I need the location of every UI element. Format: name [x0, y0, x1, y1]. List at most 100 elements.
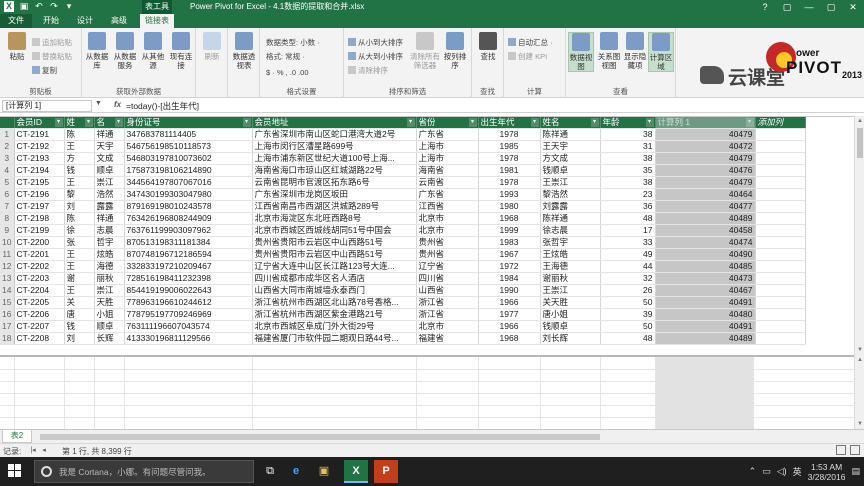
- refresh-button[interactable]: 刷新: [199, 32, 225, 61]
- sort-ascending-button[interactable]: 从小到大排序: [348, 38, 403, 48]
- table-cell[interactable]: 1985: [478, 140, 541, 154]
- table-cell[interactable]: 广东省深圳市南山区蛇口港湾大道2号: [252, 128, 417, 142]
- chevron-down-icon[interactable]: ▼: [95, 100, 102, 107]
- table-cell[interactable]: 徐: [64, 224, 95, 238]
- filter-dropdown-icon[interactable]: ▾: [242, 118, 251, 127]
- add-column-cell[interactable]: [755, 128, 806, 142]
- table-cell[interactable]: 40489: [655, 212, 756, 226]
- table-cell[interactable]: 40464: [655, 188, 756, 202]
- table-cell[interactable]: 北京市西城区阜成门外大街29号: [252, 320, 417, 334]
- add-column-cell[interactable]: [755, 236, 806, 250]
- table-cell[interactable]: 38: [600, 128, 656, 142]
- table-cell[interactable]: 唐小姐: [540, 308, 601, 322]
- cortana-search-box[interactable]: 我是 Cortana，小娜。有问题尽管问我。: [34, 460, 254, 483]
- table-cell[interactable]: 文成: [94, 152, 125, 166]
- column-header[interactable]: 名 ▾: [94, 117, 125, 130]
- table-cell[interactable]: 40479: [655, 128, 756, 142]
- table-row[interactable]: 10 CT-2200 张哲宇 870513198311181384 贵州省贵阳市云岩区中…: [0, 236, 806, 250]
- table-cell[interactable]: 854419199006022643: [124, 284, 253, 298]
- scroll-down-icon[interactable]: ▼: [855, 345, 864, 355]
- windows-start-icon[interactable]: [8, 464, 22, 478]
- tab-linked-table[interactable]: 链接表: [140, 14, 174, 28]
- table-cell[interactable]: 辽宁省: [416, 260, 479, 274]
- sheet-tab[interactable]: 表2: [2, 430, 32, 443]
- table-cell[interactable]: 王: [64, 140, 95, 154]
- autosum-button[interactable]: 自动汇总 ·: [508, 38, 553, 48]
- table-cell[interactable]: 陈: [64, 212, 95, 226]
- from-other-source-button[interactable]: 从其他源: [140, 32, 166, 70]
- table-cell[interactable]: 云南省: [416, 176, 479, 190]
- table-cell[interactable]: CT-2206: [14, 308, 65, 322]
- add-column-cell[interactable]: [755, 332, 806, 346]
- from-data-service-button[interactable]: 从数据服务: [112, 32, 138, 70]
- table-cell[interactable]: CT-2208: [14, 332, 65, 346]
- table-cell[interactable]: 王崇江: [540, 284, 601, 298]
- table-cell[interactable]: 778963196610244612: [124, 296, 253, 310]
- table-cell[interactable]: 23: [600, 188, 656, 202]
- row-number[interactable]: 13: [0, 272, 15, 286]
- table-cell[interactable]: 347683781114405: [124, 128, 253, 142]
- table-cell[interactable]: 炫皓: [94, 248, 125, 262]
- horizontal-scrollbar[interactable]: [40, 433, 850, 441]
- table-cell[interactable]: 刘: [64, 332, 95, 346]
- table-cell[interactable]: 1980: [478, 200, 541, 214]
- row-number[interactable]: 2: [0, 140, 15, 154]
- table-cell[interactable]: 关: [64, 296, 95, 310]
- table-cell[interactable]: 870748196712186594: [124, 248, 253, 262]
- table-cell[interactable]: 40479: [655, 152, 756, 166]
- table-cell[interactable]: 四川省成都市成华区名人酒店: [252, 272, 417, 286]
- table-cell[interactable]: 50: [600, 320, 656, 334]
- tab-advanced[interactable]: 高级: [104, 14, 134, 28]
- ime-icon[interactable]: 英: [793, 465, 802, 478]
- table-cell[interactable]: 40474: [655, 236, 756, 250]
- add-column-cell[interactable]: [755, 320, 806, 334]
- add-column-header[interactable]: 添加列: [755, 117, 806, 130]
- table-cell[interactable]: 北京市: [416, 212, 479, 226]
- table-cell[interactable]: 17: [600, 224, 656, 238]
- table-cell[interactable]: 王海德: [540, 260, 601, 274]
- table-cell[interactable]: 崇江: [94, 284, 125, 298]
- table-cell[interactable]: 王天宇: [540, 140, 601, 154]
- table-cell[interactable]: 贵州省贵阳市云岩区中山西路51号: [252, 236, 417, 250]
- table-cell[interactable]: 50: [600, 296, 656, 310]
- table-cell[interactable]: 546756198510118573: [124, 140, 253, 154]
- add-column-cell[interactable]: [755, 248, 806, 262]
- table-row[interactable]: 9 CT-2199 徐志晨 763761199903097962 北京市西城区西城线胡同…: [0, 224, 806, 238]
- table-cell[interactable]: 贵州省: [416, 248, 479, 262]
- filter-dropdown-icon[interactable]: ▾: [530, 118, 539, 127]
- table-cell[interactable]: 浙江省: [416, 296, 479, 310]
- table-cell[interactable]: 332833197210209467: [124, 260, 253, 274]
- table-row[interactable]: 17 CT-2207 钱顺卓 763111196607043574 北京市西城区阜成门外…: [0, 320, 806, 334]
- table-cell[interactable]: 江西省南昌市西湖区洪城路289号: [252, 200, 417, 214]
- table-cell[interactable]: 江西省: [416, 200, 479, 214]
- table-cell[interactable]: 方文成: [540, 152, 601, 166]
- filter-dropdown-icon[interactable]: ▾: [468, 118, 477, 127]
- column-header[interactable]: 省份 ▾: [416, 117, 479, 130]
- table-cell[interactable]: 海南省: [416, 164, 479, 178]
- column-header[interactable]: 会员ID ▾: [14, 117, 65, 130]
- table-cell[interactable]: 763111196607043574: [124, 320, 253, 334]
- table-cell[interactable]: 1983: [478, 236, 541, 250]
- tab-file[interactable]: 文件: [0, 14, 32, 28]
- corner-cell[interactable]: [0, 117, 15, 130]
- table-cell[interactable]: CT-2194: [14, 164, 65, 178]
- add-column-cell[interactable]: [755, 224, 806, 238]
- column-header[interactable]: 出生年代 ▾: [478, 117, 541, 130]
- filter-dropdown-icon[interactable]: ▾: [84, 118, 93, 127]
- table-cell[interactable]: 广东省: [416, 128, 479, 142]
- add-column-cell[interactable]: [755, 176, 806, 190]
- table-cell[interactable]: 49: [600, 248, 656, 262]
- add-column-cell[interactable]: [755, 308, 806, 322]
- help-icon[interactable]: ?: [754, 0, 776, 14]
- table-cell[interactable]: 海南省海口市琼山区红城湖路22号: [252, 164, 417, 178]
- table-cell[interactable]: 黎: [64, 188, 95, 202]
- table-cell[interactable]: 谢: [64, 272, 95, 286]
- table-cell[interactable]: 1966: [478, 320, 541, 334]
- table-cell[interactable]: 33: [600, 236, 656, 250]
- filter-dropdown-icon[interactable]: ▾: [54, 118, 63, 127]
- table-cell[interactable]: 347430199303047980: [124, 188, 253, 202]
- excel-taskbar-icon[interactable]: X: [344, 460, 368, 483]
- table-cell[interactable]: 刘长辉: [540, 332, 601, 346]
- add-column-cell[interactable]: [755, 188, 806, 202]
- table-cell[interactable]: 1966: [478, 296, 541, 310]
